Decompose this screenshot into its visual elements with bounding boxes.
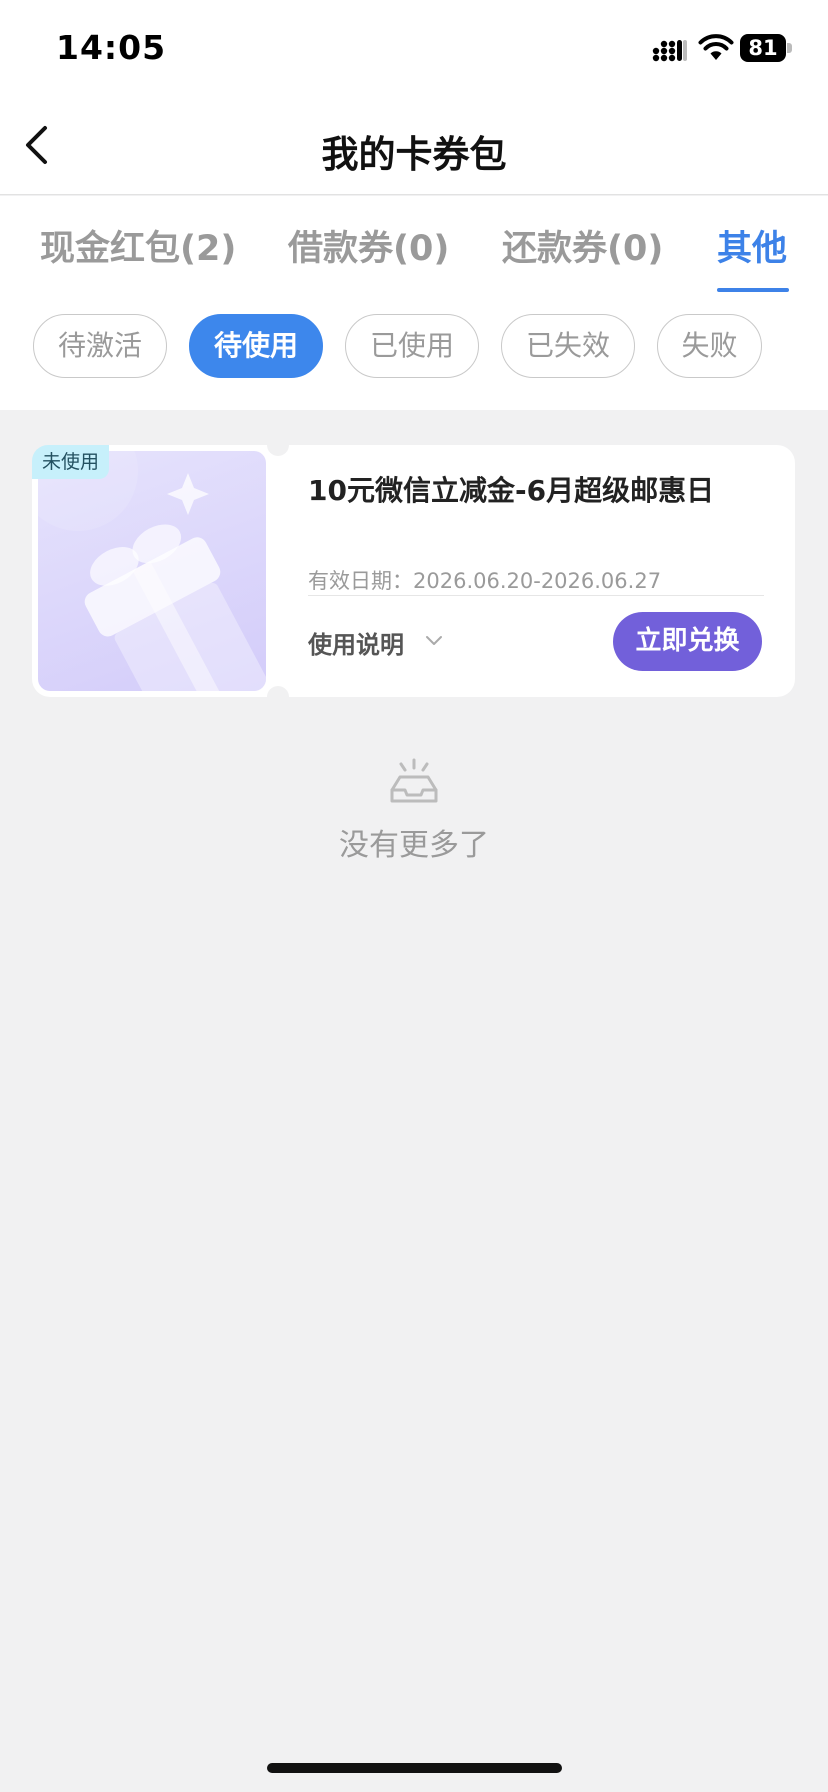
coupon-card[interactable]: 未使用 10元微信立减金-6月超级邮惠日 有效日期：2026.06.20-202… — [32, 434, 795, 708]
status-time: 14:05 — [56, 28, 167, 67]
validity-range: 2026.06.20-2026.06.27 — [413, 569, 662, 593]
ticket-notch-bottom — [267, 686, 289, 708]
active-tab-indicator — [717, 288, 789, 292]
cellular-signal-icon — [652, 40, 687, 62]
home-indicator[interactable] — [267, 1763, 562, 1773]
empty-tray-icon — [390, 758, 438, 803]
battery-icon: 81 — [740, 34, 792, 62]
tab-loan-coupon[interactable]: 借款券(0) — [288, 220, 449, 271]
validity-label: 有效日期： — [308, 569, 413, 593]
status-bar: 14:05 81 — [0, 0, 828, 100]
coupon-status-badge: 未使用 — [32, 445, 110, 479]
filter-pending-activation[interactable]: 待激活 — [33, 314, 167, 378]
coupon-title: 10元微信立减金-6月超级邮惠日 — [308, 474, 715, 507]
redeem-now-button[interactable]: 立即兑换 — [613, 612, 762, 671]
tab-cash-red-packet[interactable]: 现金红包(2) — [40, 220, 236, 271]
filter-failed[interactable]: 失败 — [657, 314, 762, 378]
chevron-down-icon[interactable] — [424, 633, 444, 649]
gift-icon — [38, 451, 266, 691]
no-more-text: 没有更多了 — [339, 828, 489, 863]
usage-instructions-toggle[interactable]: 使用说明 — [308, 625, 404, 660]
coupon-validity: 有效日期：2026.06.20-2026.06.27 — [308, 565, 661, 595]
page-title: 我的卡券包 — [321, 133, 507, 176]
nav-bar: 我的卡券包 — [0, 100, 828, 195]
status-filter-bar: 待激活 待使用 已使用 已失效 失败 — [0, 296, 828, 410]
filter-to-use[interactable]: 待使用 — [189, 314, 323, 378]
battery-level: 81 — [740, 34, 786, 62]
wifi-icon — [698, 34, 734, 60]
ticket-notch-top — [267, 434, 289, 456]
tab-other[interactable]: 其他 — [717, 220, 787, 271]
filter-used[interactable]: 已使用 — [345, 314, 479, 378]
coupon-divider — [308, 595, 764, 596]
tab-repayment-coupon[interactable]: 还款券(0) — [502, 220, 663, 271]
filter-expired[interactable]: 已失效 — [501, 314, 635, 378]
category-tabs: 现金红包(2) 借款券(0) 还款券(0) 其他 — [0, 196, 828, 296]
coupon-image — [38, 451, 266, 691]
